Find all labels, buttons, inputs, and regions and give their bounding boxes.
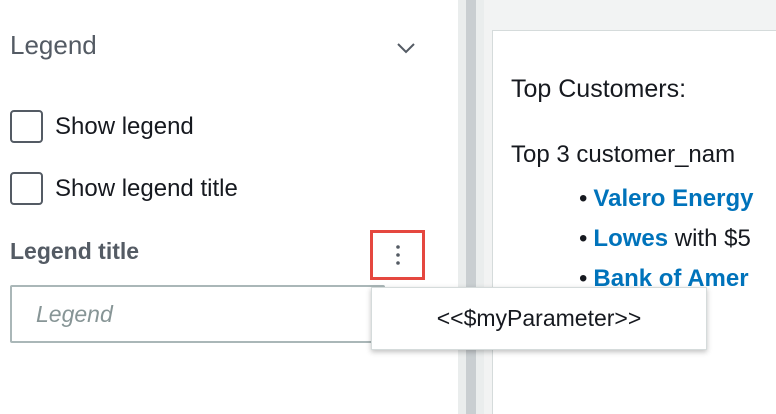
show-legend-title-label: Show legend title [55, 174, 238, 202]
parameter-menu: <<$myParameter>> [371, 287, 707, 350]
show-legend-label: Show legend [55, 112, 194, 140]
legend-section-title: Legend [10, 30, 97, 60]
more-vertical-icon [395, 245, 400, 265]
list-item: • Valero Energy [579, 185, 754, 212]
show-legend-row[interactable]: Show legend [10, 110, 194, 143]
panel-divider-handle[interactable] [466, 0, 476, 414]
visual-area: Top Customers: Top 3 customer_nam • Valer… [484, 0, 776, 414]
list-item: • Lowes with $5 [579, 225, 751, 252]
chevron-down-icon[interactable] [394, 36, 418, 60]
show-legend-title-checkbox[interactable] [10, 172, 43, 205]
visual-title: Top Customers: [511, 75, 687, 103]
legend-title-label: Legend title [10, 238, 140, 264]
show-legend-checkbox[interactable] [10, 110, 43, 143]
insert-parameter-button[interactable] [370, 230, 425, 280]
customer-list: • Valero Energy • Lowes with $5 • Bank of A… [579, 179, 753, 299]
menu-item-myparameter[interactable]: <<$myParameter>> [437, 305, 642, 332]
visual-subtitle: Top 3 customer_nam [511, 141, 736, 168]
show-legend-title-row[interactable]: Show legend title [10, 172, 238, 205]
insight-visual[interactable]: Top Customers: Top 3 customer_nam • Valer… [492, 30, 776, 414]
customer-link[interactable]: Valero Energy [593, 185, 753, 212]
legend-title-input[interactable] [10, 285, 385, 343]
format-panel: Legend Show legend Show legend title Leg… [0, 0, 458, 414]
customer-link[interactable]: Lowes [593, 225, 668, 252]
